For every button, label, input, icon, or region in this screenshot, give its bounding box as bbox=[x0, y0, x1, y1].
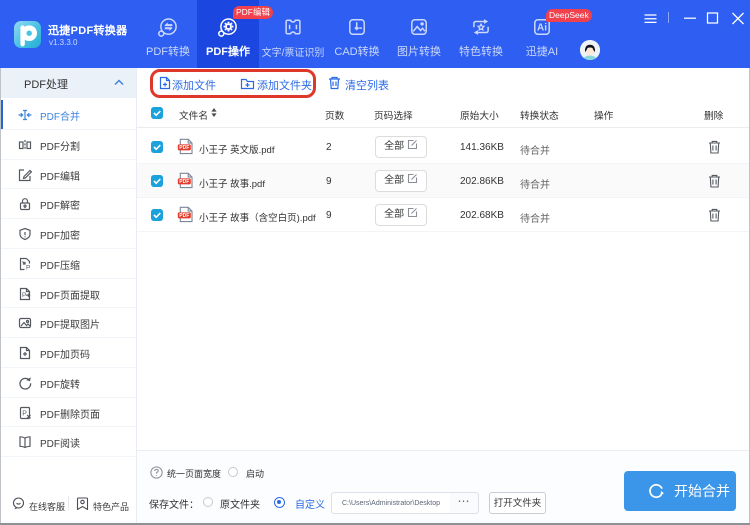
svg-text:P: P bbox=[26, 264, 30, 271]
svg-text:PDF: PDF bbox=[179, 213, 189, 219]
svg-text:PDF: PDF bbox=[179, 145, 189, 151]
svg-text:P: P bbox=[22, 410, 27, 417]
svg-text:P: P bbox=[22, 292, 26, 299]
svg-text:Ai: Ai bbox=[537, 22, 547, 33]
svg-text:PDF: PDF bbox=[179, 179, 189, 185]
